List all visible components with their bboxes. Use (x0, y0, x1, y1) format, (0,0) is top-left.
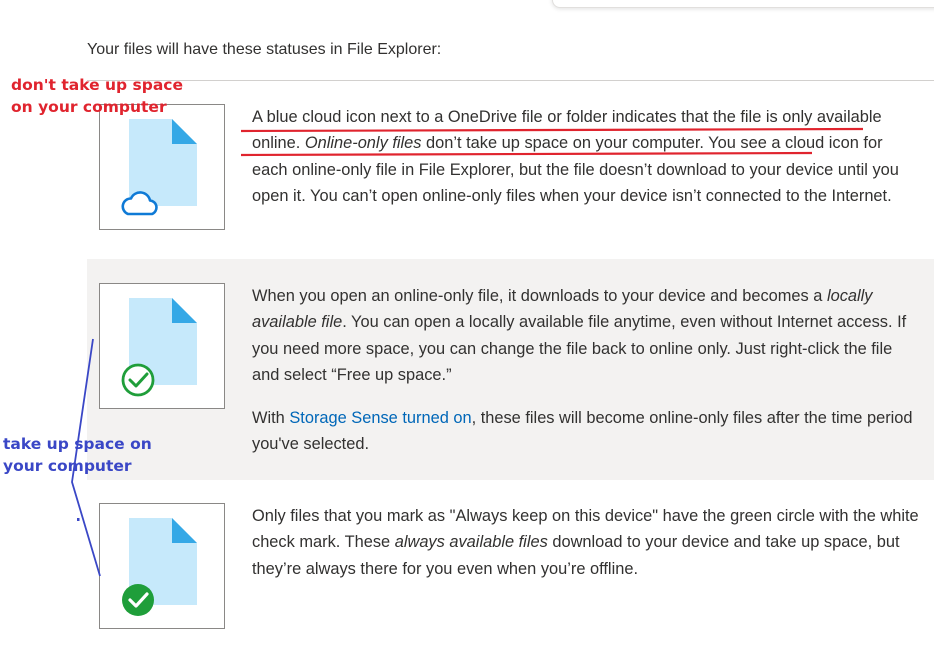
always-available-file-thumbnail (99, 503, 225, 629)
online-only-file-thumbnail (99, 104, 225, 230)
blue-dot (77, 518, 80, 521)
storage-sense-link[interactable]: Storage Sense turned on (289, 409, 471, 427)
online-only-term: Online-only files (304, 134, 422, 153)
always-available-term: always available files (394, 533, 548, 552)
locally-available-check-outline-icon (121, 298, 197, 397)
top-card-edge (552, 0, 934, 8)
intro-text: Your files will have these statuses in F… (87, 41, 442, 58)
locally-available-file-thumbnail (99, 283, 225, 409)
online-only-cloud-icon (121, 119, 197, 216)
locally-available-text-1: When you open an online-only file, it do… (252, 287, 827, 305)
online-only-description: A blue cloud icon next to a OneDrive fil… (252, 104, 920, 209)
locally-available-description: When you open an online-only file, it do… (252, 283, 920, 458)
locally-available-text-2: . You can open a locally available file … (252, 313, 907, 384)
always-available-check-filled-icon (122, 518, 197, 616)
always-available-description: Only files that you mark as "Always keep… (252, 503, 920, 582)
storage-sense-before: With (252, 409, 290, 428)
red-annotation-label: don't take up space on your computer (11, 76, 184, 116)
divider (87, 80, 934, 81)
blue-annotation-label: take up space on your computer (3, 435, 152, 475)
